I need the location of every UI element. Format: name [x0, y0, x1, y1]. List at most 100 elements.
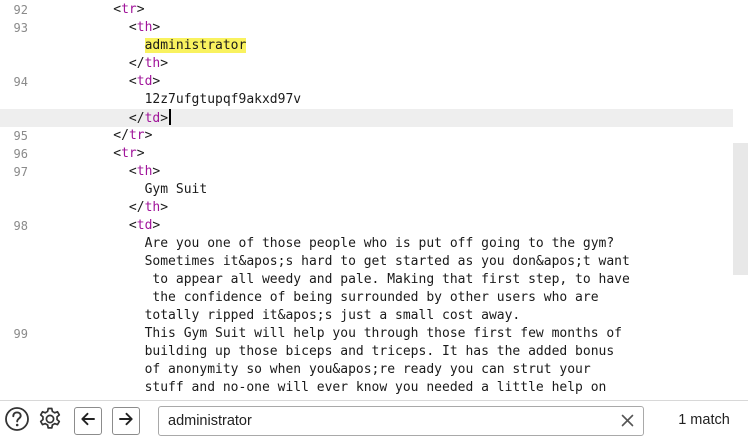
line-number: 93 [13, 21, 28, 35]
code-text: <tr> [35, 145, 144, 163]
code-token: </ [113, 128, 129, 143]
code-line[interactable]: administrator [0, 37, 748, 55]
code-line[interactable]: the confidence of being surrounded by ot… [0, 289, 748, 307]
code-token: Sometimes it&apos;s hard to get started … [144, 254, 630, 269]
code-text: 12z7ufgtupqf9akxd97v [35, 91, 302, 109]
find-search-box[interactable] [158, 406, 644, 436]
code-text: This Gym Suit will help you through thos… [35, 325, 622, 343]
clear-search-button[interactable] [619, 413, 635, 429]
code-text: </td> [35, 109, 172, 128]
code-token: Are you one of those people who is put o… [144, 236, 615, 251]
code-token: </ [128, 200, 145, 215]
code-token: the confidence of being surrounded by ot… [152, 290, 599, 305]
text-caret [169, 109, 172, 125]
code-line[interactable]: Sometimes it&apos;s hard to get started … [0, 253, 748, 271]
code-editor[interactable]: 92 <tr> 93 <th> administrator </th> 94 <td… [0, 0, 748, 400]
code-token: > [160, 200, 169, 215]
code-line[interactable]: 92 <tr> [0, 1, 748, 19]
find-input[interactable] [168, 410, 608, 432]
code-line[interactable]: 98 <td> [0, 217, 748, 235]
tag-name: td [136, 74, 153, 89]
code-token: < [113, 146, 122, 161]
code-line[interactable]: 99 This Gym Suit will help you through t… [0, 325, 748, 343]
help-button[interactable] [3, 406, 31, 437]
code-token: > [160, 56, 169, 71]
vertical-scrollbar[interactable] [733, 0, 748, 400]
code-line[interactable]: stuff and no-one will ever know you need… [0, 379, 748, 397]
code-line[interactable]: 12z7ufgtupqf9akxd97v [0, 91, 748, 109]
code-token: > [144, 128, 153, 143]
search-highlight: administrator [144, 38, 247, 53]
tag-name: tr [121, 2, 137, 17]
code-token: > [152, 74, 161, 89]
code-text: of anonymity so when you&apos;re ready y… [35, 361, 591, 379]
code-token: < [128, 164, 137, 179]
code-line[interactable]: 94 <td> [0, 73, 748, 91]
line-number: 94 [13, 75, 28, 89]
code-token: < [128, 218, 137, 233]
gear-icon [36, 405, 64, 438]
code-text: <tr> [35, 1, 144, 19]
previous-match-button[interactable] [74, 407, 102, 435]
code-line[interactable]: of anonymity so when you&apos;re ready y… [0, 361, 748, 379]
arrow-left-icon [79, 410, 97, 433]
code-token: to appear all weedy and pale. Making tha… [152, 272, 630, 287]
line-number: 95 [13, 129, 28, 143]
code-line[interactable]: </th> [0, 55, 748, 73]
code-token: > [152, 20, 161, 35]
match-count: 1 match [678, 412, 730, 428]
code-token: building up those biceps and triceps. It… [144, 344, 615, 359]
code-text: <th> [35, 163, 160, 181]
code-token: > [152, 218, 161, 233]
code-token: </ [128, 56, 145, 71]
line-number: 99 [13, 327, 28, 341]
code-text: to appear all weedy and pale. Making tha… [35, 271, 630, 289]
code-line[interactable]: </th> [0, 199, 748, 217]
code-line[interactable]: 96 <tr> [0, 145, 748, 163]
code-text: administrator [35, 37, 247, 55]
code-line[interactable]: totally ripped it&apos;s just a small co… [0, 307, 748, 325]
code-text: totally ripped it&apos;s just a small co… [35, 307, 521, 325]
code-line[interactable]: Gym Suit [0, 181, 748, 199]
code-text: </th> [35, 55, 168, 73]
tag-name: th [136, 20, 153, 35]
code-token: < [128, 20, 137, 35]
tag-name: td [136, 218, 153, 233]
code-text: </tr> [35, 127, 152, 145]
code-token: This Gym Suit will help you through thos… [144, 326, 623, 341]
tag-name: tr [128, 128, 145, 143]
next-match-button[interactable] [112, 407, 140, 435]
code-line[interactable]: building up those biceps and triceps. It… [0, 343, 748, 361]
code-line[interactable]: 95 </tr> [0, 127, 748, 145]
code-text: Sometimes it&apos;s hard to get started … [35, 253, 630, 271]
arrow-right-icon [117, 410, 135, 433]
code-line[interactable]: 93 <th> [0, 19, 748, 37]
help-circle-icon [4, 406, 30, 437]
code-token: of anonymity so when you&apos;re ready y… [144, 362, 591, 377]
code-token: < [128, 74, 137, 89]
code-text: Gym Suit [35, 181, 208, 199]
code-line[interactable]: to appear all weedy and pale. Making tha… [0, 271, 748, 289]
scrollbar-thumb[interactable] [733, 143, 748, 275]
code-line[interactable]: Are you one of those people who is put o… [0, 235, 748, 253]
settings-button[interactable] [36, 407, 64, 435]
code-text: <th> [35, 19, 160, 37]
code-token: Gym Suit [144, 182, 208, 197]
code-line[interactable]: 97 <th> [0, 163, 748, 181]
current-code-line[interactable]: </td> [0, 109, 733, 127]
